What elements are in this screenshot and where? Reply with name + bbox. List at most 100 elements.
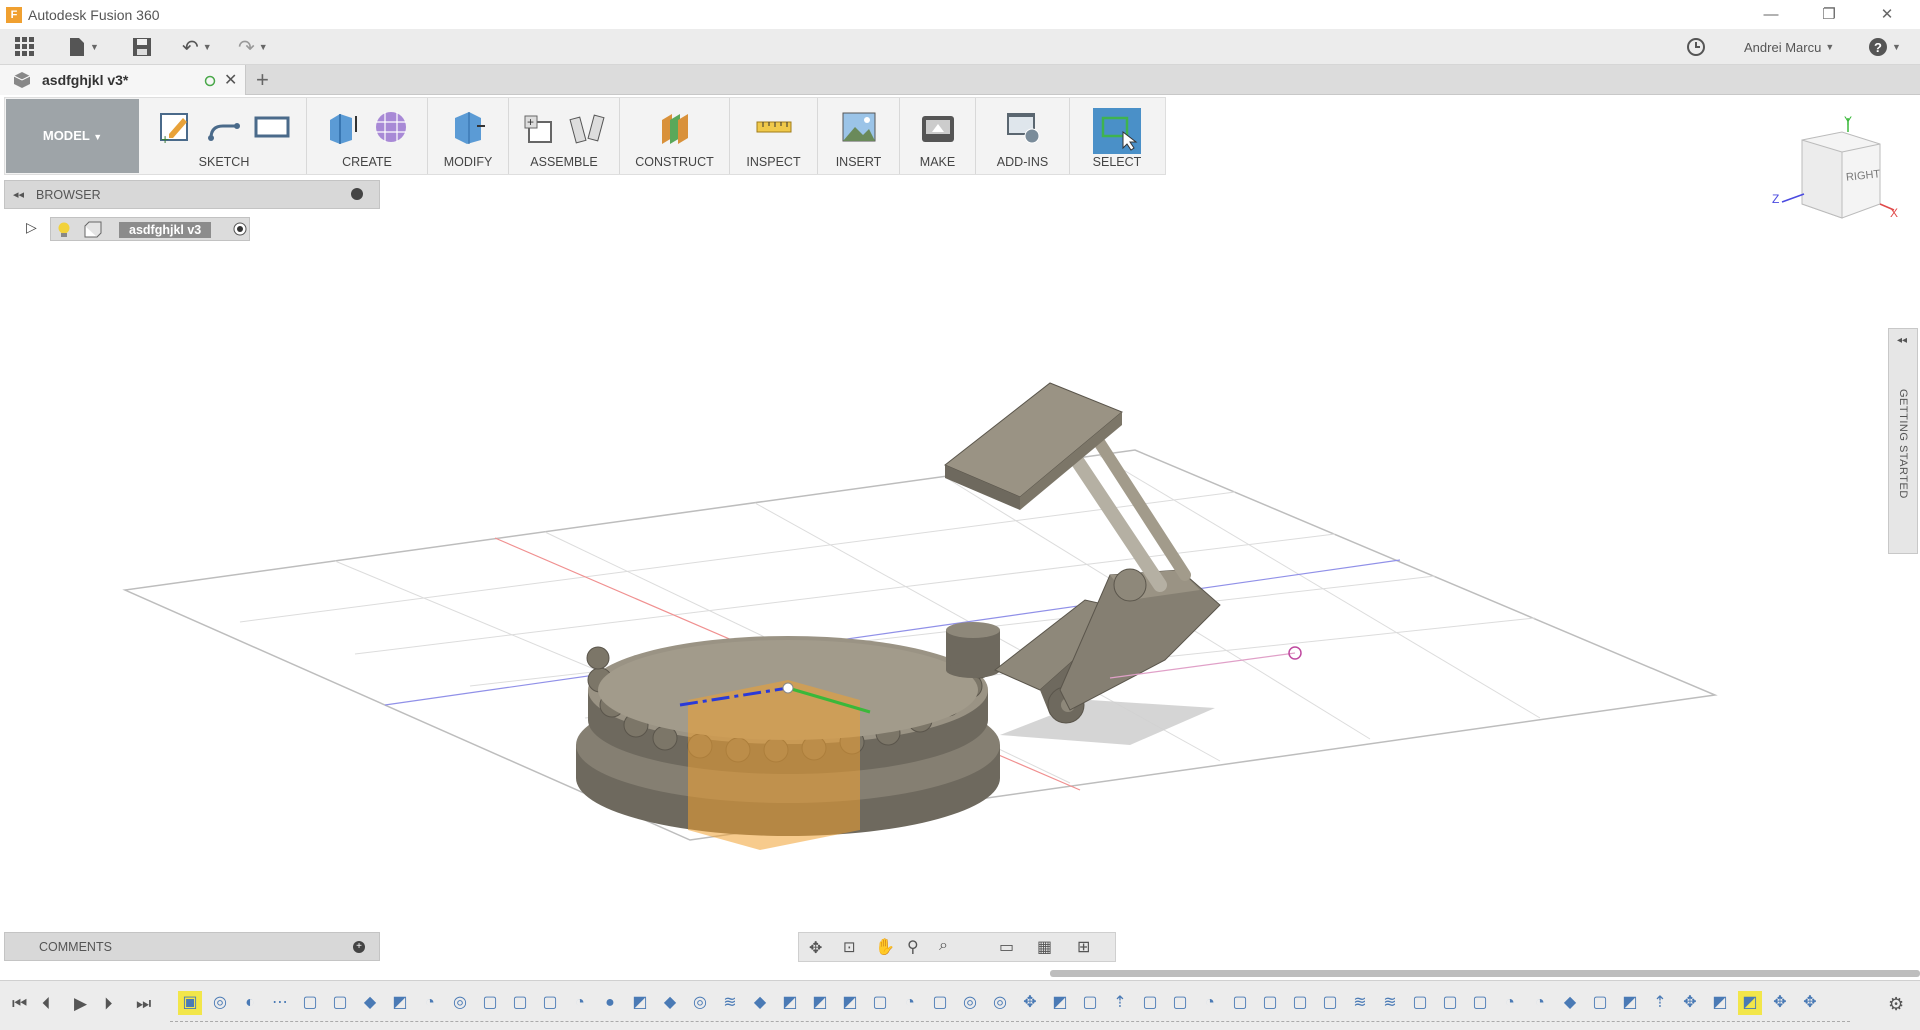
timeline-feature-icon[interactable]: ◔ xyxy=(1498,991,1522,1015)
timeline-feature-icon[interactable]: ⇡ xyxy=(1108,991,1132,1015)
go-to-end-icon[interactable]: ⏭ xyxy=(136,994,151,1014)
play-icon[interactable]: ▶ xyxy=(74,994,87,1014)
timeline-feature-icon[interactable]: ≋ xyxy=(1378,991,1402,1015)
browser-root-node[interactable]: asdfghjkl v3 xyxy=(50,217,250,241)
timeline-feature-icon[interactable]: ▢ xyxy=(1078,991,1102,1015)
timeline-feature-icon[interactable]: ● xyxy=(598,991,622,1015)
select-group[interactable]: SELECT xyxy=(1070,98,1164,174)
timeline-settings-icon[interactable]: ⚙ xyxy=(1888,994,1904,1015)
pan-icon[interactable]: ✋ xyxy=(875,937,895,957)
save-button[interactable] xyxy=(132,35,152,59)
data-panel-button[interactable] xyxy=(14,35,36,59)
timeline-feature-icon[interactable]: ◩ xyxy=(1738,991,1762,1015)
sketch-group[interactable]: + SKETCH xyxy=(142,98,307,174)
activate-radio-icon[interactable] xyxy=(233,222,247,236)
timeline-feature-icon[interactable]: ✥ xyxy=(1018,991,1042,1015)
timeline-feature-icon[interactable]: ▢ xyxy=(1288,991,1312,1015)
timeline-feature-icon[interactable]: ◆ xyxy=(658,991,682,1015)
timeline-feature-icon[interactable]: ✥ xyxy=(1768,991,1792,1015)
modify-group[interactable]: MODIFY xyxy=(428,98,509,174)
timeline-feature-icon[interactable]: ◩ xyxy=(1618,991,1642,1015)
timeline-feature-icon[interactable]: ▢ xyxy=(508,991,532,1015)
timeline-feature-icon[interactable]: ◎ xyxy=(208,991,232,1015)
restore-button[interactable]: ❐ xyxy=(1800,0,1858,29)
zoom-icon[interactable]: ⚲ xyxy=(907,937,919,957)
timeline-feature-icon[interactable]: ◩ xyxy=(808,991,832,1015)
timeline-scrollbar[interactable] xyxy=(1050,970,1920,977)
document-tab[interactable]: asdfghjkl v3* ✕ xyxy=(0,65,246,95)
viewcube[interactable]: RIGHT Y Z X xyxy=(1772,114,1902,228)
timeline-feature-icon[interactable]: ◔ xyxy=(418,991,442,1015)
timeline-feature-icon[interactable]: ◆ xyxy=(358,991,382,1015)
timeline-feature-icon[interactable]: ◔ xyxy=(1198,991,1222,1015)
timeline-feature-icon[interactable]: ✥ xyxy=(1678,991,1702,1015)
visibility-bulb-icon[interactable] xyxy=(57,221,71,239)
timeline-feature-icon[interactable]: ◎ xyxy=(448,991,472,1015)
step-back-icon[interactable]: ⏴ xyxy=(42,994,51,1014)
timeline-feature-icon[interactable]: ▢ xyxy=(1408,991,1432,1015)
construct-group[interactable]: CONSTRUCT xyxy=(620,98,730,174)
timeline-feature-icon[interactable]: ◎ xyxy=(688,991,712,1015)
timeline-feature-icon[interactable]: ▢ xyxy=(928,991,952,1015)
timeline-feature-icon[interactable]: ▢ xyxy=(538,991,562,1015)
close-window-button[interactable]: ✕ xyxy=(1858,0,1916,29)
fit-icon[interactable]: ⌕ xyxy=(939,937,948,955)
inspect-group[interactable]: INSPECT xyxy=(730,98,818,174)
timeline-feature-icon[interactable]: ▢ xyxy=(478,991,502,1015)
workspace-switcher[interactable]: MODEL ▼ xyxy=(6,99,139,173)
timeline-feature-icon[interactable]: ◔ xyxy=(1528,991,1552,1015)
timeline-feature-icon[interactable]: ≋ xyxy=(718,991,742,1015)
timeline-feature-icon[interactable]: ◩ xyxy=(838,991,862,1015)
minimize-button[interactable]: — xyxy=(1742,0,1800,29)
step-forward-icon[interactable]: ⏵ xyxy=(104,994,113,1014)
timeline-feature-icon[interactable]: ▢ xyxy=(868,991,892,1015)
timeline-feature-icon[interactable]: ▢ xyxy=(298,991,322,1015)
timeline-feature-icon[interactable]: ▢ xyxy=(1318,991,1342,1015)
undo-button[interactable]: ↶ ▼ xyxy=(182,35,212,59)
timeline-feature-icon[interactable]: ≋ xyxy=(1348,991,1372,1015)
redo-button[interactable]: ↷ ▼ xyxy=(238,35,268,59)
make-group[interactable]: MAKE xyxy=(900,98,976,174)
timeline-feature-icon[interactable]: ◎ xyxy=(988,991,1012,1015)
timeline-feature-icon[interactable]: ◎ xyxy=(958,991,982,1015)
add-comment-icon[interactable]: + xyxy=(353,941,365,953)
new-tab-button[interactable]: + xyxy=(256,67,269,93)
timeline-feature-icon[interactable]: ◩ xyxy=(778,991,802,1015)
timeline-feature-icon[interactable]: ▢ xyxy=(1138,991,1162,1015)
expand-panel-icon[interactable]: ◂◂ xyxy=(1897,335,1907,346)
model-viewport[interactable] xyxy=(0,240,1920,970)
timeline-feature-icon[interactable]: ▢ xyxy=(1228,991,1252,1015)
getting-started-panel[interactable]: ◂◂ GETTING STARTED xyxy=(1888,328,1918,554)
look-at-icon[interactable]: ⊡ xyxy=(843,938,856,956)
timeline-feature-icon[interactable]: ▢ xyxy=(1468,991,1492,1015)
timeline-feature-icon[interactable]: ▣ xyxy=(178,991,202,1015)
timeline-feature-icon[interactable]: ▢ xyxy=(328,991,352,1015)
timeline-feature-icon[interactable]: ⋯ xyxy=(268,991,292,1015)
timeline-feature-icon[interactable]: ▢ xyxy=(1258,991,1282,1015)
timeline-feature-icon[interactable]: ◔ xyxy=(898,991,922,1015)
timeline-feature-icon[interactable]: ✥ xyxy=(1798,991,1822,1015)
go-to-start-icon[interactable]: ⏮ xyxy=(12,994,27,1014)
expand-tree-icon[interactable]: ▷ xyxy=(26,219,37,236)
timeline-feature-icon[interactable]: ▢ xyxy=(1438,991,1462,1015)
timeline-feature-icon[interactable]: ◩ xyxy=(388,991,412,1015)
grid-settings-icon[interactable]: ▦ xyxy=(1037,937,1052,957)
timeline-feature-icon[interactable]: ◔ xyxy=(568,991,592,1015)
timeline-feature-icon[interactable]: ◐ xyxy=(238,991,262,1015)
job-status-button[interactable] xyxy=(1686,35,1706,59)
comments-panel-header[interactable]: COMMENTS + xyxy=(4,932,380,961)
add-ins-group[interactable]: ADD-INS xyxy=(976,98,1070,174)
assemble-group[interactable]: + ASSEMBLE xyxy=(509,98,620,174)
help-button[interactable]: ? ▼ xyxy=(1868,35,1901,59)
timeline-feature-icon[interactable]: ◩ xyxy=(1708,991,1732,1015)
timeline-feature-icon[interactable]: ◩ xyxy=(628,991,652,1015)
pin-panel-icon[interactable] xyxy=(351,188,363,200)
user-account-menu[interactable]: Andrei Marcu ▼ xyxy=(1744,35,1834,59)
file-menu-button[interactable]: ▼ xyxy=(68,35,99,59)
orbit-icon[interactable]: ✥ xyxy=(809,938,822,958)
timeline-feature-icon[interactable]: ◩ xyxy=(1048,991,1072,1015)
timeline-feature-icon[interactable]: ▢ xyxy=(1588,991,1612,1015)
create-group[interactable]: CREATE xyxy=(307,98,428,174)
timeline-feature-icon[interactable]: ⇡ xyxy=(1648,991,1672,1015)
insert-group[interactable]: INSERT xyxy=(818,98,900,174)
